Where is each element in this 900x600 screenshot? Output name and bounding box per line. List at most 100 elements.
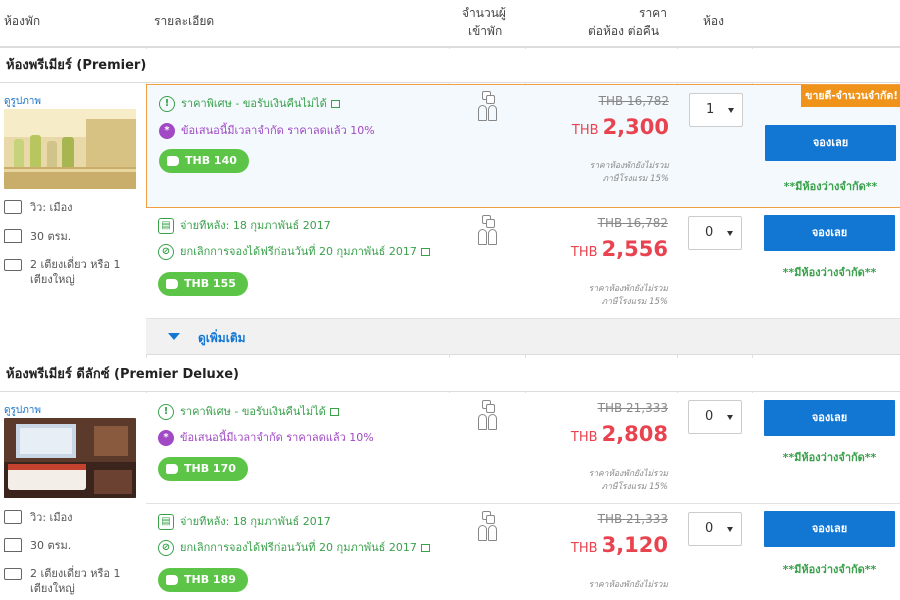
discount-badge: THB 170 xyxy=(158,457,248,481)
chevron-down-icon xyxy=(727,231,733,236)
currency: THB xyxy=(570,541,598,556)
see-photos-link[interactable]: ดูรูปภาพ xyxy=(4,94,41,109)
header-price-line2: ต่อห้อง ต่อคืน xyxy=(588,24,660,38)
availability-text: **มีห้องว่างจำกัด** xyxy=(782,451,877,464)
price-note-line2: ภาษีโรงแรม 15% xyxy=(601,297,668,307)
header-room: ห้องพัก xyxy=(4,14,41,28)
header-guests-line2: เข้าพัก xyxy=(468,24,503,38)
original-price: THB 21,333 xyxy=(597,401,668,415)
price-note: ราคาห้องพักยังไม่รวม ภาษีโรงแรม 15% xyxy=(529,160,669,186)
discount-text: THB 155 xyxy=(184,277,236,290)
tag-icon xyxy=(166,575,178,585)
price-note-line2: ภาษีโรงแรม 15% xyxy=(602,174,669,184)
triangle-down-icon xyxy=(168,333,180,340)
see-photos-link[interactable]: ดูรูปภาพ xyxy=(4,403,41,418)
feature-bed-text: 2 เตียงเดี่ยว หรือ 1 เตียงใหญ่ xyxy=(30,567,121,595)
price-note-line2: ภาษีโรงแรม 15% xyxy=(601,482,668,492)
rate-condition: ⊘ ยกเลิกการจองได้ฟรีก่อนวันที่ 20 กุมภาพั… xyxy=(158,539,430,557)
condition-text: ยกเลิกการจองได้ฟรีก่อนวันที่ 20 กุมภาพัน… xyxy=(180,541,417,554)
chevron-down-icon xyxy=(727,415,733,420)
discount-text: THB 140 xyxy=(185,154,237,167)
external-link-icon[interactable] xyxy=(420,248,430,256)
bed-icon xyxy=(4,259,22,271)
chevron-down-icon xyxy=(727,527,733,532)
original-price: THB 21,333 xyxy=(597,512,668,526)
price-note: ราคาห้องพักยังไม่รวม xyxy=(528,579,668,592)
discounted-price: THB 2,300 xyxy=(519,115,669,139)
discount-badge: THB 189 xyxy=(158,568,248,592)
book-now-button[interactable]: จองเลย xyxy=(764,215,895,251)
rate-condition: ▤ จ่ายทีหลัง: 18 กุมภาพันธ์ 2017 xyxy=(158,217,331,235)
warning-icon: ! xyxy=(158,404,174,420)
room-quantity-select[interactable]: 0 xyxy=(688,512,742,546)
room-info: ดูรูปภาพ วิว: เมือง 30 ตรม. 2 เตียงเดี่ย… xyxy=(0,84,146,354)
rate-condition: * ข้อเสนอนี้มีเวลาจำกัด ราคาลดแล้ว 10% xyxy=(158,429,374,447)
see-more-link[interactable]: ดูเพิ่มเติม xyxy=(198,329,246,348)
external-link-icon[interactable] xyxy=(329,408,339,416)
price-note: ราคาห้องพักยังไม่รวม ภาษีโรงแรม 15% xyxy=(528,283,668,309)
header-details: รายละเอียด xyxy=(154,14,215,28)
header-rooms: ห้อง xyxy=(703,14,724,28)
feature-size-text: 30 ตรม. xyxy=(30,539,72,552)
external-link-icon[interactable] xyxy=(420,544,430,552)
warning-icon: ! xyxy=(159,96,175,112)
two-guests-icon xyxy=(478,91,498,121)
currency: THB xyxy=(570,245,598,260)
quantity-value: 0 xyxy=(705,225,714,240)
price-amount: 2,808 xyxy=(601,422,668,446)
discounted-price: THB 2,556 xyxy=(518,237,668,261)
cancel-icon: ⊘ xyxy=(158,540,174,556)
rate-condition: ! ราคาพิเศษ - ขอรับเงินคืนไม่ได้ xyxy=(159,95,340,113)
availability-text: **มีห้องว่างจำกัด** xyxy=(783,180,878,193)
bed-icon xyxy=(4,568,22,580)
price-note-line1: ราคาห้องพักยังไม่รวม xyxy=(588,469,668,479)
discount-text: THB 170 xyxy=(184,462,236,475)
currency: THB xyxy=(571,123,599,138)
price-amount: 3,120 xyxy=(601,533,668,557)
tag-icon xyxy=(167,156,179,166)
discount-text: THB 189 xyxy=(184,573,236,586)
condition-text: ราคาพิเศษ - ขอรับเงินคืนไม่ได้ xyxy=(181,97,327,110)
two-guests-icon xyxy=(478,400,498,430)
rate-row: ! ราคาพิเศษ - ขอรับเงินคืนไม่ได้ * ข้อเสนอ… xyxy=(146,393,900,504)
quantity-value: 0 xyxy=(705,409,714,424)
price-note-line1: ราคาห้องพักยังไม่รวม xyxy=(588,284,668,294)
header-guests-line1: จำนวนผู้ xyxy=(462,6,506,20)
condition-text: ราคาพิเศษ - ขอรับเงินคืนไม่ได้ xyxy=(180,405,326,418)
original-price: THB 16,782 xyxy=(597,216,668,230)
rate-condition: ! ราคาพิเศษ - ขอรับเงินคืนไม่ได้ xyxy=(158,403,339,421)
room-photo[interactable] xyxy=(4,418,136,498)
room-photo[interactable] xyxy=(4,109,136,189)
room-quantity-select[interactable]: 0 xyxy=(688,216,742,250)
window-icon xyxy=(4,200,22,214)
rate-condition: ▤ จ่ายทีหลัง: 18 กุมภาพันธ์ 2017 xyxy=(158,513,331,531)
window-icon xyxy=(4,510,22,524)
see-more-row[interactable]: ดูเพิ่มเติม xyxy=(146,319,900,355)
book-now-button[interactable]: จองเลย xyxy=(765,125,896,161)
promo-icon: * xyxy=(159,123,175,139)
house-icon xyxy=(4,538,22,552)
price-note: ราคาห้องพักยังไม่รวม ภาษีโรงแรม 15% xyxy=(528,468,668,494)
availability-text: **มีห้องว่างจำกัด** xyxy=(782,266,877,279)
table-header: ห้องพัก รายละเอียด จำนวนผู้ เข้าพัก ราคา… xyxy=(0,0,900,48)
price-amount: 2,300 xyxy=(602,115,669,139)
book-now-button[interactable]: จองเลย xyxy=(764,511,895,547)
header-price-line1: ราคา xyxy=(639,6,667,20)
availability-text: **มีห้องว่างจำกัด** xyxy=(782,563,877,576)
external-link-icon[interactable] xyxy=(330,100,340,108)
book-now-button[interactable]: จองเลย xyxy=(764,400,895,436)
calendar-icon: ▤ xyxy=(158,514,174,530)
price-amount: 2,556 xyxy=(601,237,668,261)
tag-icon xyxy=(166,464,178,474)
feature-size-text: 30 ตรม. xyxy=(30,230,72,243)
condition-text: จ่ายทีหลัง: 18 กุมภาพันธ์ 2017 xyxy=(180,219,331,232)
price-note-line1: ราคาห้องพักยังไม่รวม xyxy=(589,161,669,171)
quantity-value: 0 xyxy=(705,521,714,536)
two-guests-icon xyxy=(478,215,498,245)
room-quantity-select[interactable]: 0 xyxy=(688,400,742,434)
calendar-icon: ▤ xyxy=(158,218,174,234)
currency: THB xyxy=(570,430,598,445)
feature-view-text: วิว: เมือง xyxy=(30,511,73,524)
room-title: ห้องพรีเมียร์ ดีลักซ์ (Premier Deluxe) xyxy=(0,358,900,392)
room-quantity-select[interactable]: 1 xyxy=(689,93,743,127)
